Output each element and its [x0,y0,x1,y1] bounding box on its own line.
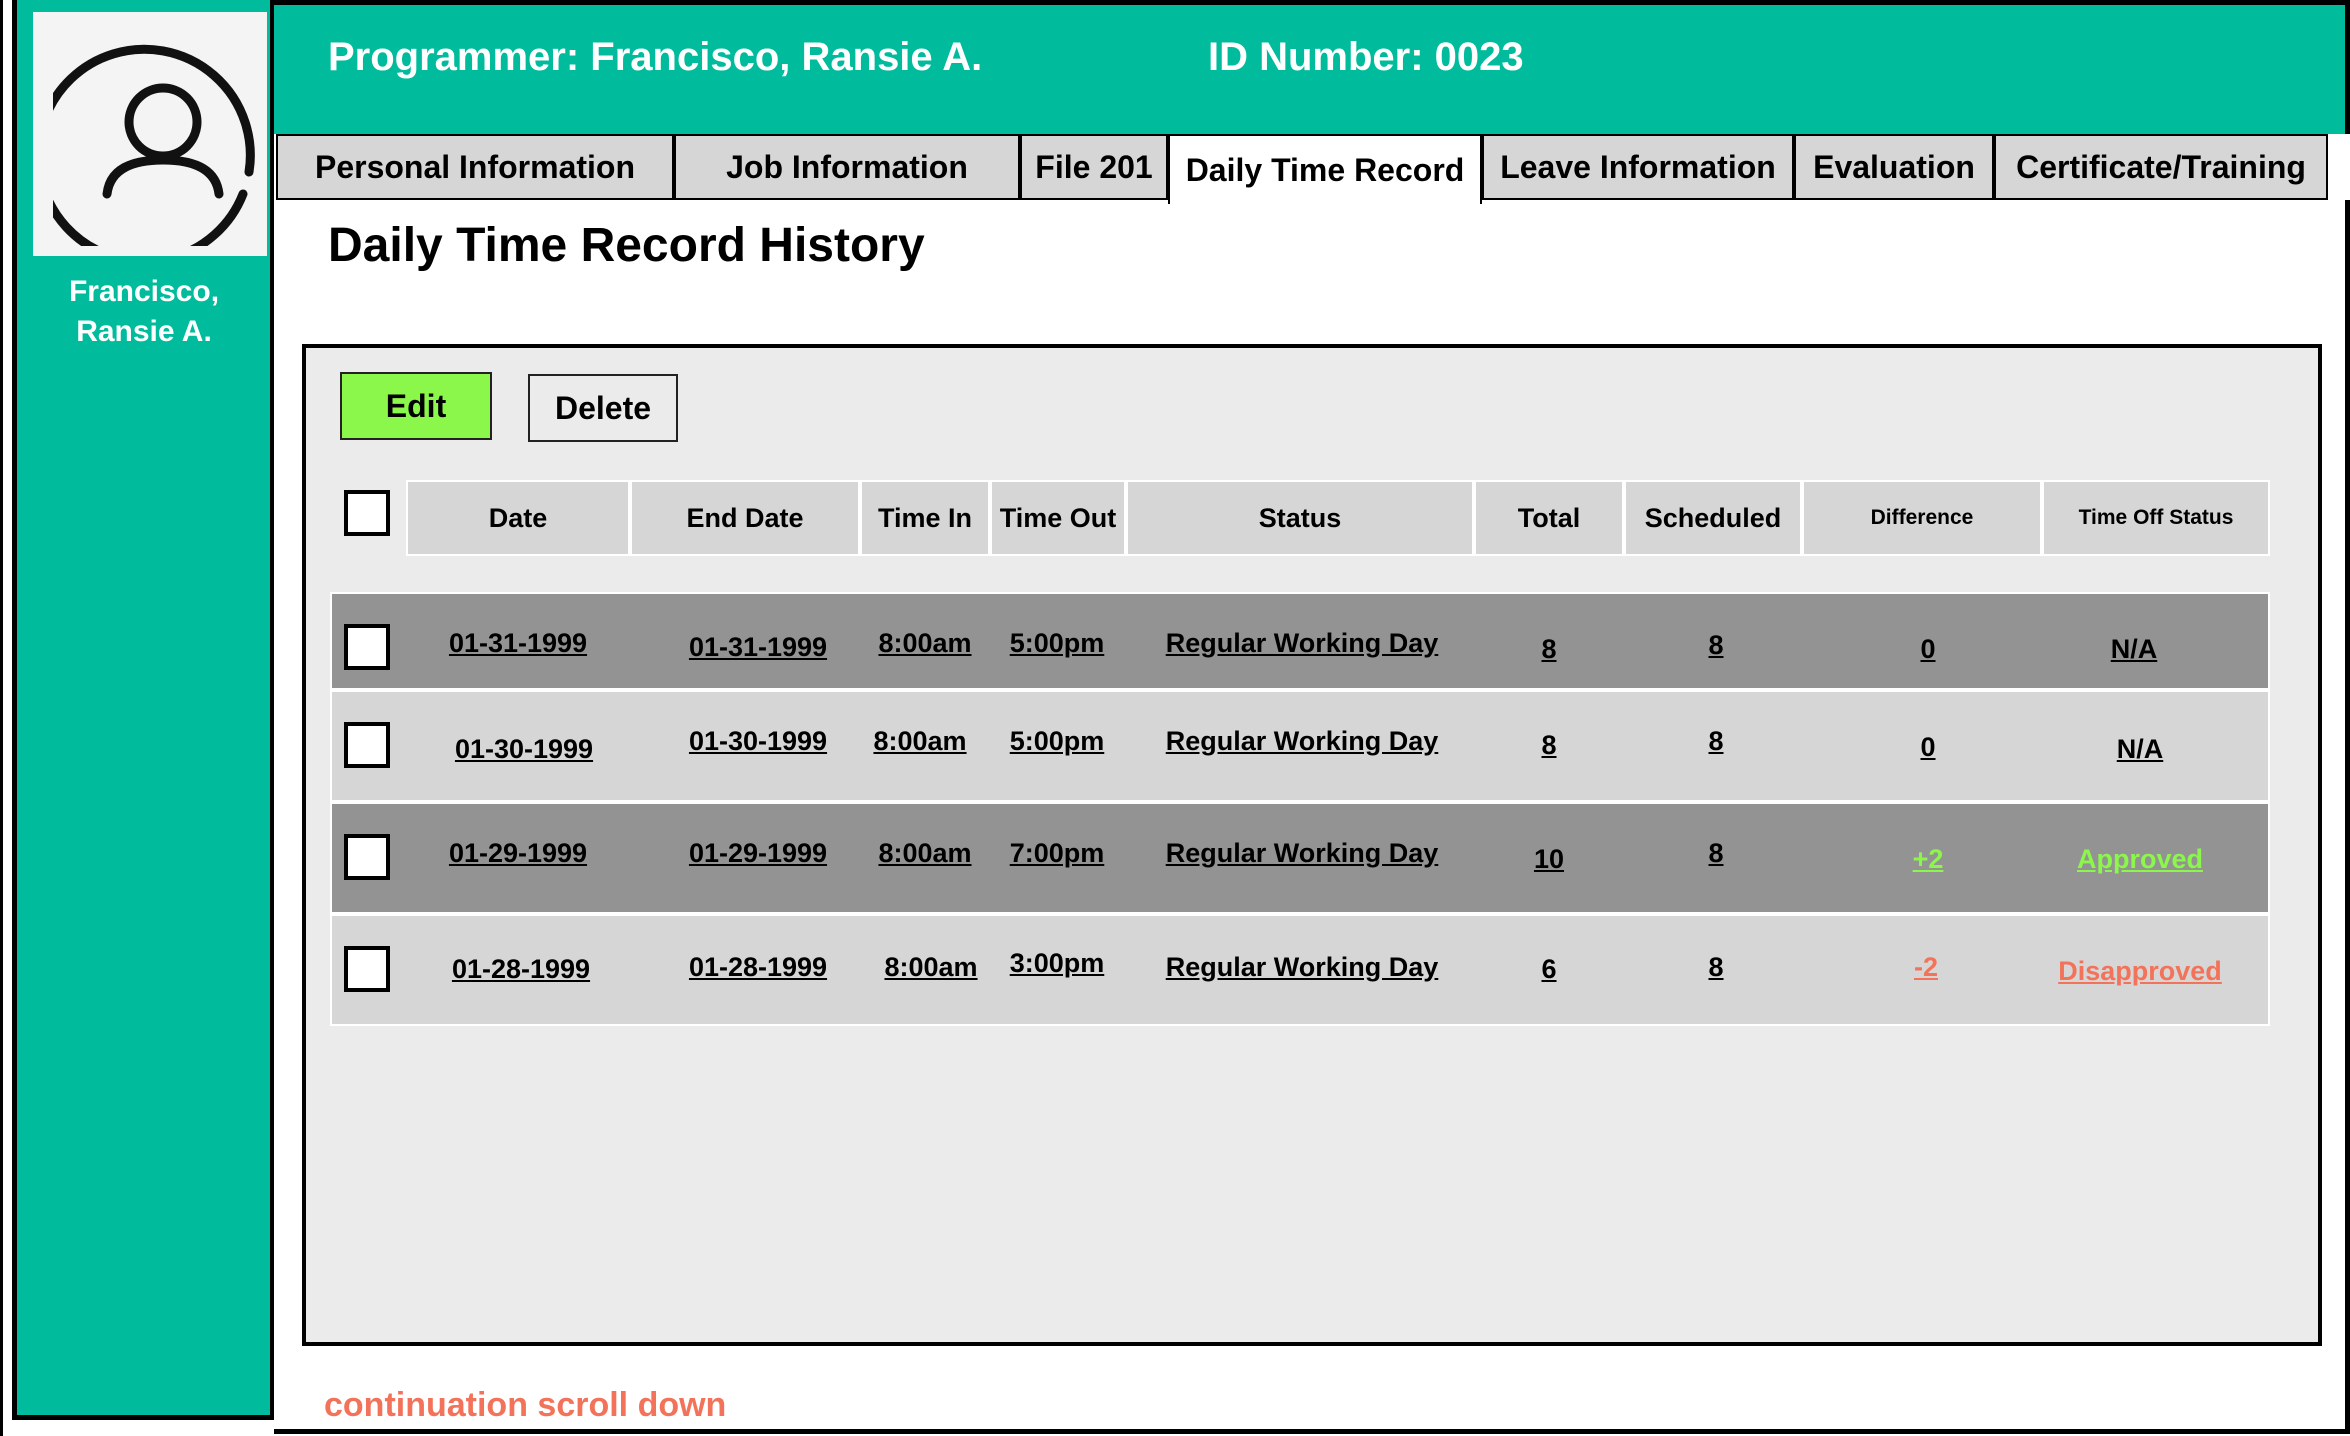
cell-scheduled[interactable]: 8 [1708,726,1723,757]
tab-personal-information[interactable]: Personal Information [276,134,674,200]
tab-leave-information[interactable]: Leave Information [1482,134,1794,200]
cell-difference[interactable]: -2 [1914,952,1938,983]
cell-total[interactable]: 10 [1534,844,1564,875]
row-checkbox[interactable] [344,946,390,992]
user-avatar-icon [53,44,255,246]
cell-total[interactable]: 8 [1541,634,1556,665]
column-header-status[interactable]: Status [1126,480,1474,556]
cell-difference[interactable]: +2 [1913,844,1944,875]
column-header-difference[interactable]: Difference [1802,480,2042,556]
cell-difference[interactable]: 0 [1920,634,1935,665]
cell-status[interactable]: Regular Working Day [1166,952,1439,983]
column-header-end-date[interactable]: End Date [630,480,860,556]
tab-evaluation[interactable]: Evaluation [1794,134,1994,200]
cell-date[interactable]: 01-31-1999 [449,628,587,659]
scroll-hint: continuation scroll down [324,1386,727,1424]
cell-scheduled[interactable]: 8 [1708,838,1723,869]
tab-daily-time-record[interactable]: Daily Time Record [1168,134,1482,204]
column-header-scheduled[interactable]: Scheduled [1624,480,1802,556]
cell-time-off-status[interactable]: N/A [2117,734,2164,765]
cell-time-out[interactable]: 5:00pm [1010,726,1105,757]
cell-time-off-status[interactable]: Disapproved [2058,956,2222,987]
profile-name: Francisco, Ransie A. [17,272,271,352]
edit-button[interactable]: Edit [340,372,492,440]
cell-scheduled[interactable]: 8 [1708,952,1723,983]
select-all-checkbox[interactable] [344,490,390,536]
cell-scheduled[interactable]: 8 [1708,630,1723,661]
programmer-label: Programmer: Francisco, Ransie A. [328,35,983,79]
column-header-date[interactable]: Date [406,480,630,556]
avatar [33,12,267,256]
tab-file-201[interactable]: File 201 [1020,134,1168,200]
cell-time-in[interactable]: 8:00am [884,952,977,983]
column-header-time-out[interactable]: Time Out [990,480,1126,556]
cell-difference[interactable]: 0 [1920,732,1935,763]
cell-time-in[interactable]: 8:00am [873,726,966,757]
cell-time-off-status[interactable]: N/A [2111,634,2158,665]
cell-total[interactable]: 8 [1541,730,1556,761]
cell-time-in[interactable]: 8:00am [878,838,971,869]
cell-time-out[interactable]: 3:00pm [1010,948,1105,979]
row-checkbox[interactable] [344,722,390,768]
cell-time-out[interactable]: 5:00pm [1010,628,1105,659]
row-checkbox[interactable] [344,834,390,880]
cell-end-date[interactable]: 01-29-1999 [689,838,827,869]
page-title: Daily Time Record History [328,219,925,272]
tab-certificate-training[interactable]: Certificate/Training [1994,134,2328,200]
cell-date[interactable]: 01-30-1999 [455,734,593,765]
cell-time-out[interactable]: 7:00pm [1010,838,1105,869]
cell-time-off-status[interactable]: Approved [2077,844,2203,875]
header-bar: Programmer: Francisco, Ransie A. ID Numb… [274,0,2350,134]
cell-status[interactable]: Regular Working Day [1166,628,1439,659]
cell-end-date[interactable]: 01-31-1999 [689,632,827,663]
window-edge [0,0,3,1436]
cell-date[interactable]: 01-29-1999 [449,838,587,869]
row-checkbox[interactable] [344,624,390,670]
column-header-time-in[interactable]: Time In [860,480,990,556]
profile-name-line2: Ransie A. [76,315,212,348]
sidebar: Francisco, Ransie A. [12,0,274,1420]
id-number-label: ID Number: 0023 [1208,35,1524,79]
cell-total[interactable]: 6 [1541,954,1556,985]
delete-button[interactable]: Delete [528,374,678,442]
cell-date[interactable]: 01-28-1999 [452,954,590,985]
cell-status[interactable]: Regular Working Day [1166,726,1439,757]
column-header-time-off-status[interactable]: Time Off Status [2042,480,2270,556]
cell-status[interactable]: Regular Working Day [1166,838,1439,869]
cell-end-date[interactable]: 01-30-1999 [689,726,827,757]
profile-name-line1: Francisco, [68,275,220,308]
tab-job-information[interactable]: Job Information [674,134,1020,200]
column-header-total[interactable]: Total [1474,480,1624,556]
cell-end-date[interactable]: 01-28-1999 [689,952,827,983]
cell-time-in[interactable]: 8:00am [878,628,971,659]
